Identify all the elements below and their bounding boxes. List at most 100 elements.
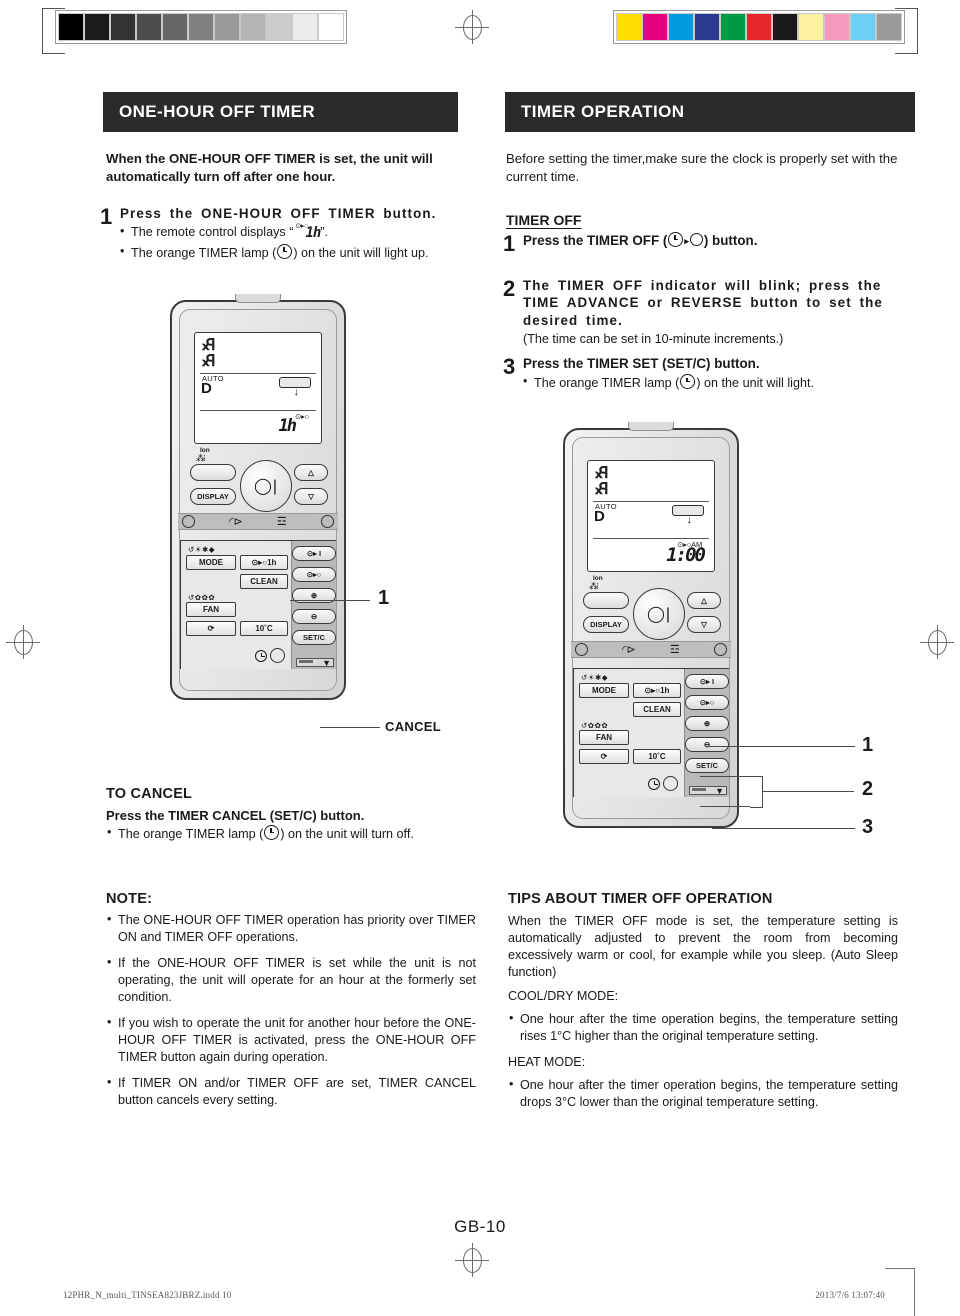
timer-off-symbol-superscript: ⊙▸○ [295, 223, 308, 231]
page-number: GB-10 [454, 1217, 506, 1236]
note-item: If the ONE-HOUR OFF TIMER is set while t… [106, 954, 476, 1006]
right-step-3-title: Press the TIMER SET (SET/C) button. [523, 356, 760, 371]
timer-off-subheading: TIMER OFF [506, 212, 582, 228]
vertical-swing-icon[interactable]: ◜⊳ [622, 643, 635, 656]
one-hour-off-timer-button[interactable]: ⊙▸○1h [633, 682, 681, 698]
calibration-swatch-1 [642, 13, 668, 41]
display-button[interactable]: DISPLAY [190, 488, 236, 505]
ion-dots-icon: ⁂⁝ [196, 453, 206, 463]
mode-button[interactable]: MODE [186, 554, 236, 570]
imprint-filename: 12PHR_N_multi_TINSEA823JBRZ.indd 10 [63, 1290, 232, 1300]
temp-down-button[interactable]: ▽ [294, 488, 328, 505]
set-c-button[interactable]: SET/C [292, 630, 336, 645]
temp-up-button[interactable]: △ [687, 592, 721, 609]
timer-on-button[interactable]: ⊙▸ I [292, 546, 336, 561]
one-hour-off-timer-button[interactable]: ⊙▸○1h [240, 554, 288, 570]
remote-a-lcd-display: ℞ ℞ AUTO D ↓ ⊙▸○ 1h [194, 332, 322, 444]
ion-button[interactable] [583, 592, 629, 609]
time-reverse-button[interactable]: ⊖ [292, 609, 336, 624]
left-step-1-bullet-display-pre: The remote control displays “ [131, 225, 294, 240]
calibration-swatch-4 [162, 13, 188, 41]
clean-button[interactable]: CLEAN [633, 701, 681, 717]
remote-ir-notch [235, 294, 281, 303]
swing-button[interactable]: ⟳ [579, 749, 629, 764]
vertical-swing-icon[interactable]: ◜⊳ [229, 515, 242, 528]
timer-off-button[interactable]: ⊙▸○ [685, 695, 729, 710]
section-header-timer-operation: TIMER OPERATION [505, 92, 915, 132]
footer-rule-vertical [914, 1268, 915, 1316]
mode-icon-row: ↺☀✱◆ [581, 673, 609, 682]
power-button[interactable]: ◯| [240, 460, 292, 512]
tips-heat-item: One hour after the timer operation begin… [508, 1076, 898, 1111]
right-step-1-title-pre: Press the TIMER OFF ( [523, 233, 668, 248]
set-c-button[interactable]: SET/C [685, 758, 729, 773]
right-step-3-bullet-pre: The orange TIMER lamp ( [534, 376, 680, 391]
timer-circle-icon [270, 648, 285, 663]
slider-triangle-icon: ▼ [322, 658, 331, 668]
left-step-1-title: Press the ONE-HOUR OFF TIMER button. [120, 206, 437, 221]
left-step-1-bullet-lamp: The orange TIMER lamp () on the unit wil… [120, 243, 470, 262]
timer-lamp-clock-icon [680, 374, 696, 390]
timer-lamp-clock-icon [264, 825, 280, 841]
callout-cancel-label: CANCEL [385, 719, 441, 734]
right-step-2-number: 2 [503, 276, 516, 301]
lcd-value: 1:00 [666, 544, 706, 566]
footer-rule-horizontal [885, 1268, 915, 1269]
swing-right-dot-icon[interactable] [320, 515, 334, 528]
power-button[interactable]: ◯| [633, 588, 685, 640]
calibration-swatch-7 [798, 13, 824, 41]
calibration-swatch-3 [694, 13, 720, 41]
ten-degree-button[interactable]: 10˚C [633, 749, 681, 764]
tips-heat-heading: HEAT MODE: [508, 1054, 586, 1069]
timer-clock-icon [255, 649, 267, 662]
mode-button[interactable]: MODE [579, 682, 629, 698]
left-step-1: 1 Press the ONE-HOUR OFF TIMER button. T… [100, 205, 470, 262]
time-reverse-button[interactable]: ⊖ [685, 737, 729, 752]
to-cancel-bullet-post: ) on the unit will turn off. [280, 827, 414, 842]
swing-left-dot-icon[interactable] [575, 643, 588, 656]
fan-icon-row: ↺✿✿✿ [581, 720, 609, 730]
horizontal-swing-icon[interactable]: ☲ [670, 643, 680, 656]
registration-crosshair-bottom [455, 1243, 489, 1277]
calibration-swatch-8 [824, 13, 850, 41]
right-step-2-title: The TIMER OFF indicator will blink; pres… [523, 278, 883, 328]
display-button[interactable]: DISPLAY [583, 616, 629, 633]
right-step-3-bullet-lamp: The orange TIMER lamp () on the unit wil… [523, 373, 903, 392]
note-item: If TIMER ON and/or TIMER OFF are set, TI… [106, 1074, 476, 1109]
lcd-timer-off-tag: ⊙▸○ [295, 412, 309, 421]
left-step-1-bullet-display: The remote control displays “⊙▸○1h”. [120, 223, 470, 243]
time-advance-button[interactable]: ⊕ [685, 716, 729, 731]
swing-button[interactable]: ⟳ [186, 621, 236, 636]
temp-up-button[interactable]: △ [294, 464, 328, 481]
ion-button[interactable] [190, 464, 236, 481]
lcd-swirl-icon-1: ℞ [594, 465, 609, 482]
lcd-mode-letter: D [594, 508, 605, 525]
timer-lamp-clock-icon [277, 244, 293, 260]
calibration-swatch-10 [318, 13, 344, 41]
tips-heading: TIPS ABOUT TIMER OFF OPERATION [508, 891, 773, 907]
tips-cool-dry-heading: COOL/DRY MODE: [508, 988, 619, 1003]
remote-a-upper-buttons: Ion ⁂⁝ DISPLAY ◯| △ ▽ ◜⊳ ☲ [178, 447, 338, 530]
ten-degree-button[interactable]: 10˚C [240, 621, 288, 636]
remote-control-illustration-timer-off: ℞ ℞ AUTO D ↓ ⊙▸○AM 1:00 Ion ⁂⁝ DISPLAY ◯… [563, 422, 739, 828]
swing-right-dot-icon[interactable] [713, 643, 727, 656]
lcd-value: 1h [278, 416, 298, 436]
section-header-right-label: TIMER OPERATION [521, 102, 685, 121]
callout-line-left-1 [290, 600, 370, 601]
callout-line-right-3 [712, 828, 855, 829]
clean-button[interactable]: CLEAN [240, 573, 288, 589]
temp-down-button[interactable]: ▽ [687, 616, 721, 633]
callout-line-right-2 [762, 791, 854, 792]
right-step-1-title-post: ) button. [703, 233, 758, 248]
timer-on-button[interactable]: ⊙▸ I [685, 674, 729, 689]
calibration-swatch-1 [84, 13, 110, 41]
timer-off-clock-icon [668, 232, 684, 247]
timer-off-button[interactable]: ⊙▸○ [292, 567, 336, 582]
horizontal-swing-icon[interactable]: ☲ [277, 515, 287, 528]
lcd-swirl-icon-2: ℞ [201, 353, 216, 370]
right-step-2: 2 The TIMER OFF indicator will blink; pr… [503, 277, 903, 348]
fan-button[interactable]: FAN [186, 602, 236, 617]
callout-line-right-1 [705, 746, 855, 747]
fan-button[interactable]: FAN [579, 730, 629, 745]
swing-left-dot-icon[interactable] [182, 515, 195, 528]
